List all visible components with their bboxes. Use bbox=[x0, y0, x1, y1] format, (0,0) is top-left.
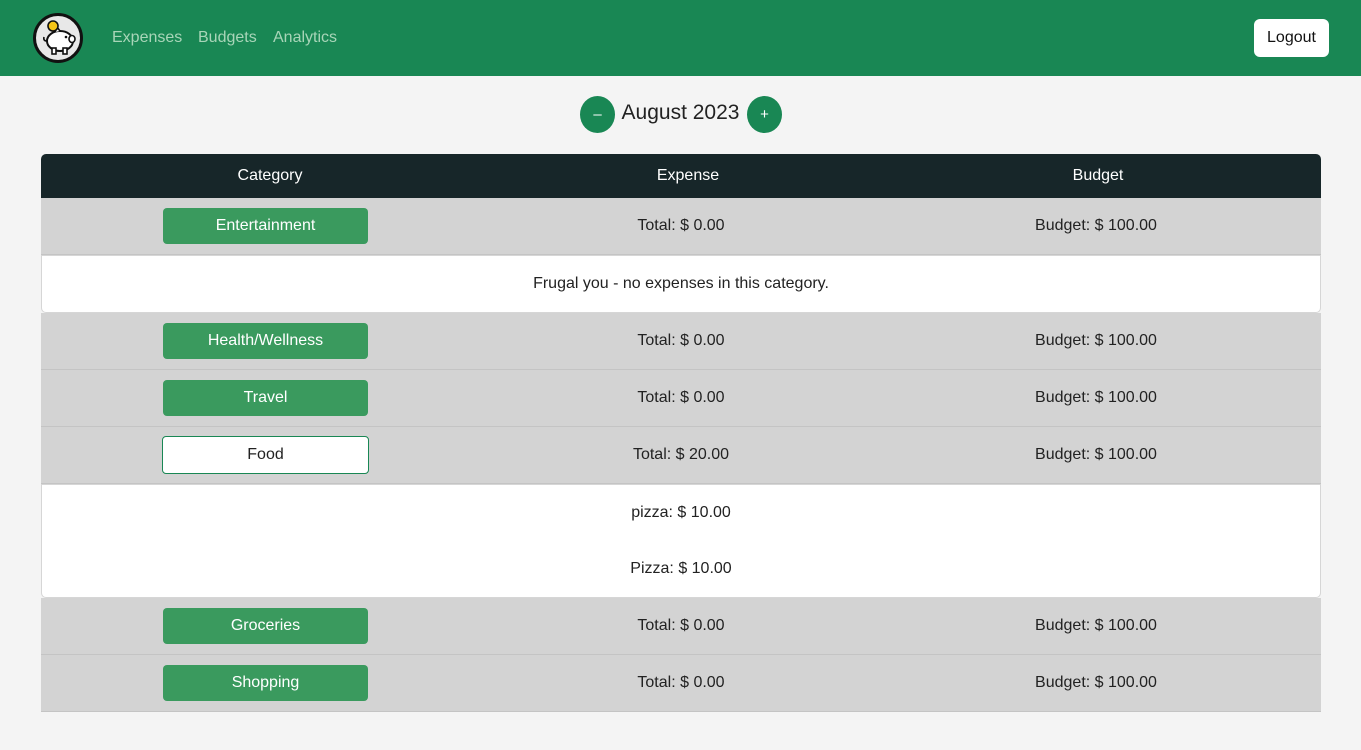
expense-total: Total: $ 20.00 bbox=[632, 446, 730, 463]
category-button-health-wellness[interactable]: Health/Wellness bbox=[163, 323, 368, 359]
expense-total: Total: $ 0.00 bbox=[637, 617, 725, 634]
category-button-entertainment[interactable]: Entertainment bbox=[163, 208, 368, 244]
budget-amount: Budget: $ 100.00 bbox=[1035, 446, 1157, 463]
nav-link-expenses[interactable]: Expenses bbox=[112, 28, 182, 48]
budget-amount: Budget: $ 100.00 bbox=[1035, 617, 1157, 634]
budget-amount: Budget: $ 100.00 bbox=[1035, 332, 1157, 349]
category-button-groceries[interactable]: Groceries bbox=[163, 608, 368, 644]
category-button-food[interactable]: Food bbox=[162, 436, 369, 474]
budget-table: Category Expense Budget Entertainment To… bbox=[41, 154, 1321, 712]
empty-message: Frugal you - no expenses in this categor… bbox=[533, 275, 829, 292]
nav-link-analytics[interactable]: Analytics bbox=[273, 28, 337, 48]
month-selector: – August 2023 + bbox=[0, 96, 1361, 134]
expense-total: Total: $ 0.00 bbox=[637, 389, 725, 406]
category-button-shopping[interactable]: Shopping bbox=[163, 665, 368, 701]
budget-amount: Budget: $ 100.00 bbox=[1035, 674, 1157, 691]
table-row: Entertainment Total: $ 0.00 Budget: $ 10… bbox=[41, 198, 1321, 255]
navbar: Expenses Budgets Analytics Logout bbox=[0, 0, 1361, 76]
previous-month-button[interactable]: – bbox=[580, 96, 615, 133]
nav-link-budgets[interactable]: Budgets bbox=[198, 28, 257, 48]
budget-amount: Budget: $ 100.00 bbox=[1035, 389, 1157, 406]
table-header: Category Expense Budget bbox=[41, 154, 1321, 198]
expense-item: pizza: $ 10.00 bbox=[631, 504, 731, 521]
table-row: Groceries Total: $ 0.00 Budget: $ 100.00 bbox=[41, 598, 1321, 655]
expense-total: Total: $ 0.00 bbox=[637, 217, 725, 234]
expense-item: Pizza: $ 10.00 bbox=[630, 560, 732, 577]
logout-button[interactable]: Logout bbox=[1254, 19, 1329, 57]
header-category: Category bbox=[237, 167, 303, 184]
category-detail: pizza: $ 10.00 Pizza: $ 10.00 bbox=[41, 484, 1321, 598]
expense-total: Total: $ 0.00 bbox=[637, 332, 725, 349]
expense-total: Total: $ 0.00 bbox=[637, 674, 725, 691]
current-month-label: August 2023 bbox=[621, 101, 740, 124]
category-detail: Frugal you - no expenses in this categor… bbox=[41, 255, 1321, 313]
table-row: Health/Wellness Total: $ 0.00 Budget: $ … bbox=[41, 313, 1321, 370]
header-budget: Budget bbox=[1072, 167, 1124, 184]
category-button-travel[interactable]: Travel bbox=[163, 380, 368, 416]
budget-amount: Budget: $ 100.00 bbox=[1035, 217, 1157, 234]
table-row: Shopping Total: $ 0.00 Budget: $ 100.00 bbox=[41, 655, 1321, 712]
piggy-bank-logo-icon[interactable] bbox=[33, 13, 83, 63]
table-row: Travel Total: $ 0.00 Budget: $ 100.00 bbox=[41, 370, 1321, 427]
next-month-button[interactable]: + bbox=[747, 96, 782, 133]
header-expense: Expense bbox=[656, 167, 720, 184]
table-row: Food Total: $ 20.00 Budget: $ 100.00 bbox=[41, 427, 1321, 484]
